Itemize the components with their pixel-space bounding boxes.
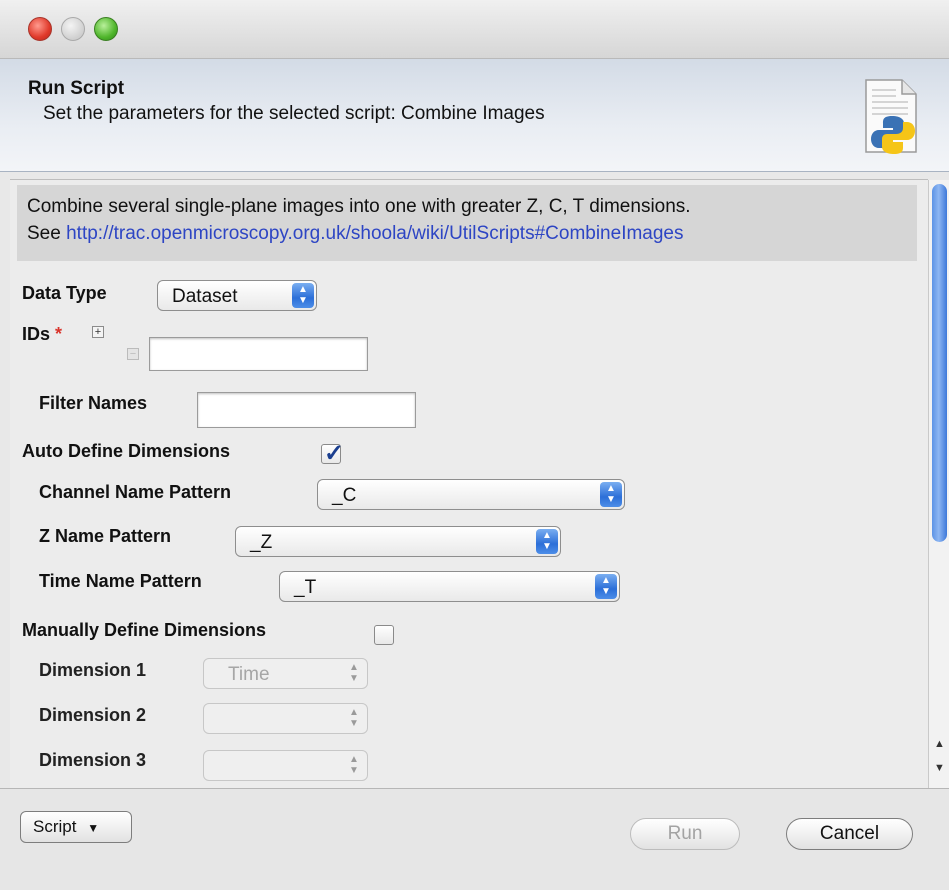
- time-pattern-label: Time Name Pattern: [39, 571, 202, 591]
- select-arrows-icon: ▲ ▼: [292, 283, 314, 308]
- filter-names-label: Filter Names: [39, 393, 148, 413]
- select-arrows-icon: ▲ ▼: [536, 529, 558, 554]
- dropdown-arrow-icon: ▼: [87, 821, 100, 835]
- select-arrows-icon: ▲ ▼: [349, 754, 359, 776]
- dimension1-select[interactable]: Time ▲ ▼: [203, 658, 368, 689]
- script-button-label: Script: [33, 817, 77, 836]
- scroll-up-arrow-icon[interactable]: ▲: [934, 738, 945, 750]
- see-label: See: [27, 223, 67, 244]
- dimension2-label: Dimension 2: [39, 705, 147, 725]
- add-id-button[interactable]: +: [92, 326, 104, 338]
- checkmark-icon: ✓: [324, 440, 345, 467]
- description-text: Combine several single-plane images into…: [27, 196, 691, 217]
- scrollbar-thumb[interactable]: [932, 184, 947, 542]
- script-description: Combine several single-plane images into…: [17, 185, 917, 261]
- select-arrows-icon: ▲ ▼: [349, 707, 359, 729]
- select-arrows-icon: ▲ ▼: [595, 574, 617, 599]
- remove-id-button[interactable]: −: [127, 348, 139, 360]
- dimension3-select[interactable]: ▲ ▼: [203, 750, 368, 781]
- ids-label-text: IDs: [22, 324, 51, 344]
- title-bar: [0, 0, 949, 59]
- manual-define-label: Manually Define Dimensions: [22, 620, 267, 640]
- window-minimize-button[interactable]: [61, 17, 85, 41]
- dialog-title: Run Script: [28, 78, 125, 99]
- description-see-line: See http://trac.openmicroscopy.org.uk/sh…: [27, 220, 907, 247]
- time-pattern-value: _T: [294, 577, 317, 598]
- run-button[interactable]: Run: [630, 818, 740, 850]
- dimension3-label: Dimension 3: [39, 750, 147, 770]
- window-zoom-button[interactable]: [94, 17, 118, 41]
- dimension1-value: Time: [228, 664, 270, 685]
- data-type-label: Data Type: [22, 283, 107, 303]
- select-arrows-icon: ▲ ▼: [349, 662, 359, 684]
- vertical-scrollbar[interactable]: ▲ ▼: [928, 180, 949, 788]
- filter-names-input[interactable]: [197, 392, 416, 428]
- scroll-down-arrow-icon[interactable]: ▼: [934, 762, 945, 774]
- time-pattern-select[interactable]: _T ▲ ▼: [279, 571, 620, 602]
- data-type-value: Dataset: [172, 286, 238, 307]
- parameters-panel: Combine several single-plane images into…: [10, 179, 928, 788]
- dialog-subtitle: Set the parameters for the selected scri…: [43, 103, 545, 124]
- z-pattern-select[interactable]: _Z ▲ ▼: [235, 526, 561, 557]
- auto-define-label: Auto Define Dimensions: [22, 441, 231, 461]
- window-close-button[interactable]: [28, 17, 52, 41]
- ids-label: IDs *: [22, 324, 62, 345]
- dimension1-label: Dimension 1: [39, 660, 147, 680]
- required-marker: *: [55, 324, 63, 344]
- dialog-footer: Script ▼ Run Cancel: [0, 788, 949, 890]
- documentation-link[interactable]: http://trac.openmicroscopy.org.uk/shoola…: [66, 223, 683, 244]
- dimension2-select[interactable]: ▲ ▼: [203, 703, 368, 734]
- channel-pattern-value: _C: [332, 485, 357, 506]
- data-type-select[interactable]: Dataset ▲ ▼: [157, 280, 317, 311]
- cancel-button[interactable]: Cancel: [786, 818, 913, 850]
- manual-define-checkbox[interactable]: [374, 625, 394, 645]
- channel-pattern-label: Channel Name Pattern: [39, 482, 232, 502]
- python-script-icon: [865, 79, 917, 154]
- z-pattern-label: Z Name Pattern: [39, 526, 172, 546]
- select-arrows-icon: ▲ ▼: [600, 482, 622, 507]
- z-pattern-value: _Z: [250, 532, 273, 553]
- script-menu-button[interactable]: Script ▼: [20, 811, 132, 843]
- channel-pattern-select[interactable]: _C ▲ ▼: [317, 479, 625, 510]
- ids-input[interactable]: [149, 337, 368, 371]
- dialog-header: Run Script Set the parameters for the se…: [0, 59, 949, 172]
- auto-define-checkbox[interactable]: ✓: [321, 440, 344, 467]
